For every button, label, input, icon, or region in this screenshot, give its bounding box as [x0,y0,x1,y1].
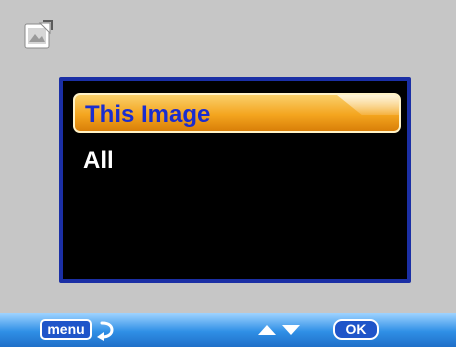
menu-item-all[interactable]: All [73,141,401,181]
up-down-arrows-icon [254,322,306,338]
menu-button[interactable]: menu [40,319,92,340]
selection-gloss [337,95,399,115]
playback-image-icon [24,20,54,50]
menu-panel: This Image All [59,77,411,283]
ok-button[interactable]: OK [333,319,379,340]
bottom-control-bar: menu OK [0,313,456,347]
menu-item-label: All [83,147,114,174]
camera-screen: This Image All menu OK [0,0,456,347]
menu-item-this-image[interactable]: This Image [73,93,401,133]
menu-item-label: This Image [85,101,211,128]
return-arrow-icon[interactable] [96,319,116,341]
